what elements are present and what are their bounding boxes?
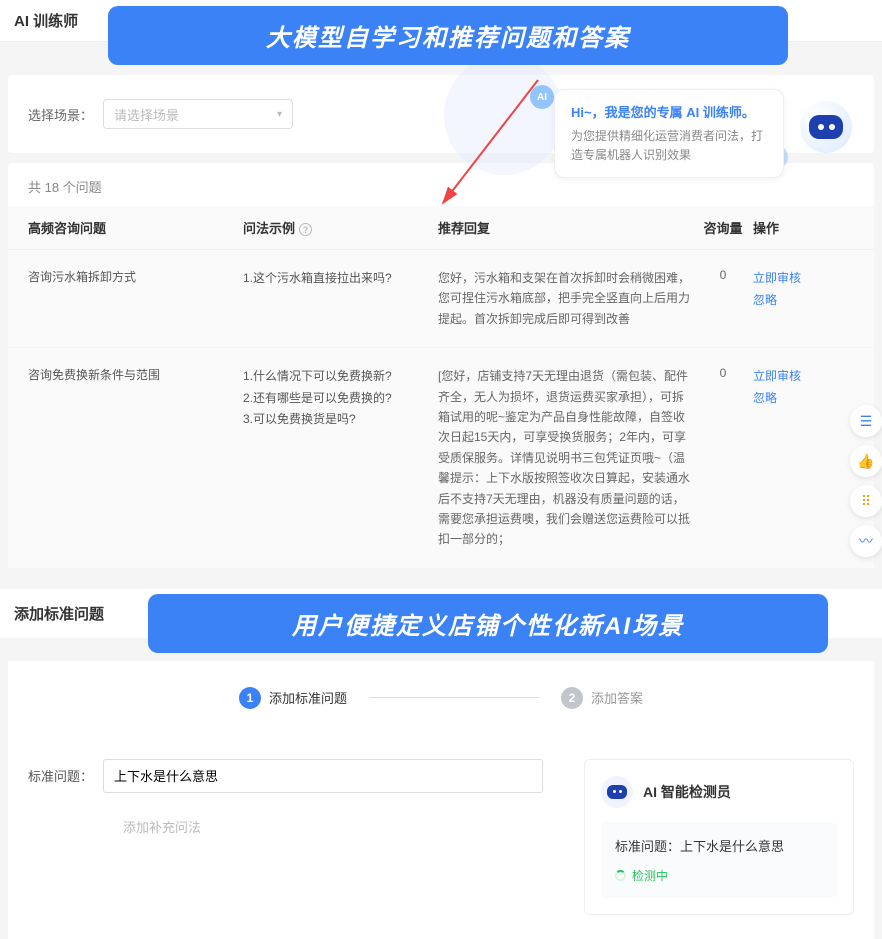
table-row: 咨询污水箱拆卸方式 1.这个污水箱直接拉出来吗? 您好，污水箱和支架在首次拆卸时… [8,250,874,348]
ignore-link[interactable]: 忽略 [753,290,823,312]
detector-title: AI 智能检测员 [643,782,731,802]
ai-detect-panel: AI 智能检测员 标准问题：上下水是什么意思 检测中 [584,759,854,915]
cell-example: 1.什么情况下可以免费换新? 2.还有哪些是可以免费换的? 3.可以免费换货是吗… [243,366,438,550]
table-header: 高频咨询问题 问法示例? 推荐回复 咨询量 操作 [8,206,874,250]
assistant-desc: 为您提供精细化运营消费者问法，打造专属机器人识别效果 [571,127,767,165]
cell-count: 0 [693,268,753,329]
review-link[interactable]: 立即审核 [753,268,823,290]
standard-question-label: 标准问题： [28,766,103,785]
standard-question-input[interactable] [103,759,543,793]
side-toolbar: ☰ 👍 ⠿ 〰 [850,405,882,557]
scene-select[interactable]: 请选择场景 ▾ [103,99,293,129]
detect-status: 检测中 [615,867,823,884]
tool-doc-icon[interactable]: ☰ [850,405,882,437]
detect-question: 标准问题：上下水是什么意思 [615,836,823,855]
th-example: 问法示例? [243,218,438,237]
ai-badge-icon: AI [530,85,554,109]
scene-card: AI AI 选择场景： 请选择场景 ▾ Hi~，我是您的专属 AI 训练师。 为… [8,75,874,153]
step-number-1: 1 [239,687,261,709]
tool-grid-icon[interactable]: ⠿ [850,485,882,517]
step-divider [369,697,539,698]
add-question-section: 添加标准问题 用户便捷定义店铺个性化新AI场景 1 添加标准问题 2 添加答案 … [0,589,882,939]
help-icon[interactable]: ? [299,223,312,236]
cell-question: 咨询污水箱拆卸方式 [28,268,243,329]
steps-bar: 1 添加标准问题 2 添加答案 [8,661,874,735]
cell-reply: 您好，污水箱和支架在首次拆卸时会稍微困难，您可捏住污水箱底部，把手完全竖直向上后… [438,268,693,329]
questions-card: 共 18 个问题 高频咨询问题 问法示例? 推荐回复 咨询量 操作 咨询污水箱拆… [8,163,874,569]
step-2-label: 添加答案 [591,688,643,707]
table-row: 咨询免费换新条件与范围 1.什么情况下可以免费换新? 2.还有哪些是可以免费换的… [8,348,874,569]
assistant-bubble: Hi~，我是您的专属 AI 训练师。 为您提供精细化运营消费者问法，打造专属机器… [554,89,784,178]
banner-top: 大模型自学习和推荐问题和答案 [108,6,788,65]
chevron-down-icon: ▾ [277,109,282,120]
th-reply: 推荐回复 [438,218,693,237]
banner-bottom: 用户便捷定义店铺个性化新AI场景 [148,594,828,653]
cell-example: 1.这个污水箱直接拉出来吗? [243,268,438,329]
scene-placeholder: 请选择场景 [114,105,179,124]
decoration-circle [444,55,564,175]
cell-question: 咨询免费换新条件与范围 [28,366,243,550]
cell-reply: [您好，店铺支持7天无理由退货（需包装、配件齐全，无人为损坏，退货运费买家承担）… [438,366,693,550]
cell-count: 0 [693,366,753,550]
th-count: 咨询量 [693,218,753,237]
bot-avatar [800,101,852,153]
step-number-2: 2 [561,687,583,709]
detector-avatar [601,776,633,808]
supplement-input[interactable]: 添加补充问法 [28,817,564,836]
ignore-link[interactable]: 忽略 [753,388,823,410]
cell-actions: 立即审核 忽略 [753,366,823,550]
tool-pulse-icon[interactable]: 〰 [850,525,882,557]
form-area: 标准问题： 添加补充问法 AI 智能检测员 标准问题：上下水是什么意思 检测中 [8,735,874,939]
detect-result-box: 标准问题：上下水是什么意思 检测中 [601,822,837,898]
scene-label: 选择场景： [28,105,93,124]
th-question: 高频咨询问题 [28,218,243,237]
assistant-greeting: Hi~，我是您的专属 AI 训练师。 [571,102,767,121]
review-link[interactable]: 立即审核 [753,366,823,388]
step-1: 1 添加标准问题 [239,687,347,709]
cell-actions: 立即审核 忽略 [753,268,823,329]
th-action: 操作 [753,218,823,237]
spinner-icon [615,870,626,881]
step-1-label: 添加标准问题 [269,688,347,707]
step-2: 2 添加答案 [561,687,643,709]
tool-like-icon[interactable]: 👍 [850,445,882,477]
